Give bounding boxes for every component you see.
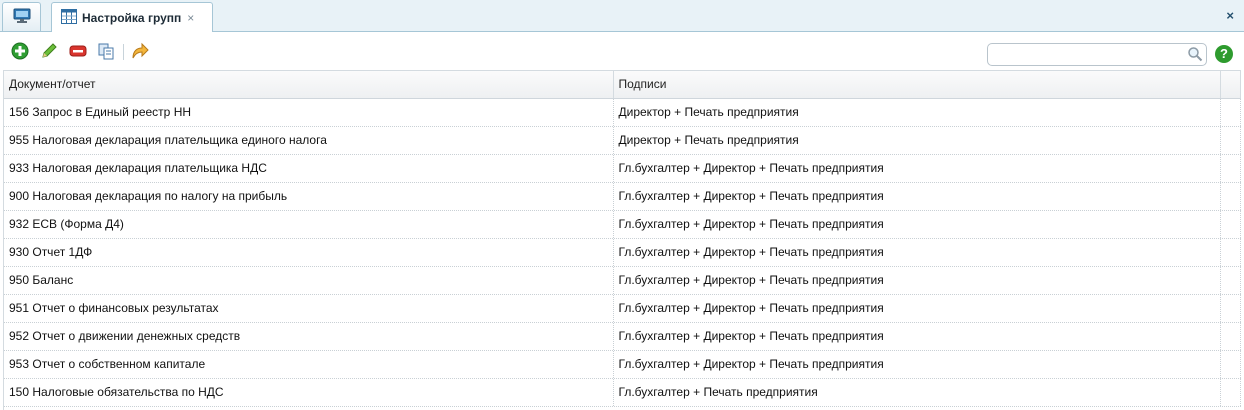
- document-cell[interactable]: 952 Отчет о движении денежных средств: [4, 323, 614, 350]
- table-row[interactable]: 950 Баланс Гл.бухгалтер + Директор + Печа…: [4, 267, 1241, 295]
- grid-header: Документ/отчет Подписи: [4, 70, 1241, 99]
- close-tab-icon[interactable]: ×: [187, 11, 194, 25]
- document-cell[interactable]: 932 ЕСВ (Форма Д4): [4, 211, 614, 238]
- signatures-cell[interactable]: Гл.бухгалтер + Директор + Печать предпри…: [614, 295, 1221, 322]
- signatures-cell[interactable]: Директор + Печать предприятия: [614, 99, 1221, 126]
- grid-body: 156 Запрос в Единый реестр НН Директор + …: [4, 99, 1241, 407]
- row-spacer: [1221, 155, 1241, 182]
- signatures-cell[interactable]: Гл.бухгалтер + Директор + Печать предпри…: [614, 351, 1221, 378]
- row-spacer: [1221, 183, 1241, 210]
- row-spacer: [1221, 99, 1241, 126]
- tab-home[interactable]: [2, 2, 41, 31]
- document-cell[interactable]: 953 Отчет о собственном капитале: [4, 351, 614, 378]
- column-header-spacer: [1221, 71, 1241, 98]
- document-cell[interactable]: 950 Баланс: [4, 267, 614, 294]
- table-row[interactable]: 953 Отчет о собственном капитале Гл.бухга…: [4, 351, 1241, 379]
- signatures-cell[interactable]: Гл.бухгалтер + Директор + Печать предпри…: [614, 211, 1221, 238]
- table-row[interactable]: 900 Налоговая декларация по налогу на пр…: [4, 183, 1241, 211]
- document-cell[interactable]: 900 Налоговая декларация по налогу на пр…: [4, 183, 614, 210]
- table-row[interactable]: 150 Налоговые обязательства по НДС Гл.бух…: [4, 379, 1241, 407]
- row-spacer: [1221, 211, 1241, 238]
- table-row[interactable]: 156 Запрос в Единый реестр НН Директор + …: [4, 99, 1241, 127]
- help-icon[interactable]: ?: [1215, 45, 1233, 63]
- table-row[interactable]: 930 Отчет 1ДФ Гл.бухгалтер + Директор + П…: [4, 239, 1241, 267]
- toolbar-separator: [123, 44, 124, 60]
- add-icon[interactable]: [11, 42, 29, 60]
- table-icon: [61, 8, 77, 27]
- row-spacer: [1221, 295, 1241, 322]
- row-spacer: [1221, 239, 1241, 266]
- row-spacer: [1221, 127, 1241, 154]
- delete-icon[interactable]: [69, 42, 87, 60]
- document-cell[interactable]: 933 Налоговая декларация плательщика НДС: [4, 155, 614, 182]
- search-input[interactable]: [992, 45, 1182, 64]
- row-spacer: [1221, 379, 1241, 406]
- document-cell[interactable]: 951 Отчет о финансовых результатах: [4, 295, 614, 322]
- document-cell[interactable]: 150 Налоговые обязательства по НДС: [4, 379, 614, 406]
- monitor-icon: [13, 8, 31, 27]
- document-cell[interactable]: 156 Запрос в Единый реестр НН: [4, 99, 614, 126]
- search-field[interactable]: [987, 43, 1207, 66]
- forward-icon[interactable]: [131, 42, 149, 60]
- close-panel-icon[interactable]: ×: [1226, 8, 1234, 23]
- tab-group-settings[interactable]: Настройка групп ×: [51, 2, 213, 32]
- signatures-cell[interactable]: Гл.бухгалтер + Директор + Печать предпри…: [614, 155, 1221, 182]
- row-spacer: [1221, 323, 1241, 350]
- column-header-signatures[interactable]: Подписи: [614, 71, 1221, 98]
- signatures-cell[interactable]: Гл.бухгалтер + Директор + Печать предпри…: [614, 239, 1221, 266]
- table-row[interactable]: 952 Отчет о движении денежных средств Гл.…: [4, 323, 1241, 351]
- search-icon[interactable]: [1187, 46, 1203, 65]
- signatures-cell[interactable]: Гл.бухгалтер + Директор + Печать предпри…: [614, 183, 1221, 210]
- table-row[interactable]: 932 ЕСВ (Форма Д4) Гл.бухгалтер + Директо…: [4, 211, 1241, 239]
- row-spacer: [1221, 351, 1241, 378]
- signatures-cell[interactable]: Гл.бухгалтер + Печать предприятия: [614, 379, 1221, 406]
- edit-icon[interactable]: [40, 42, 58, 60]
- column-header-document[interactable]: Документ/отчет: [4, 71, 614, 98]
- row-spacer: [1221, 267, 1241, 294]
- documents-grid: Документ/отчет Подписи 156 Запрос в Един…: [3, 70, 1241, 410]
- signatures-cell[interactable]: Директор + Печать предприятия: [614, 127, 1221, 154]
- document-cell[interactable]: 955 Налоговая декларация плательщика еди…: [4, 127, 614, 154]
- tab-label: Настройка групп: [82, 10, 182, 25]
- table-row[interactable]: 933 Налоговая декларация плательщика НДС…: [4, 155, 1241, 183]
- tab-bar: Настройка групп × ×: [0, 0, 1244, 32]
- signatures-cell[interactable]: Гл.бухгалтер + Директор + Печать предпри…: [614, 323, 1221, 350]
- copy-icon[interactable]: [97, 42, 115, 60]
- table-row[interactable]: 955 Налоговая декларация плательщика еди…: [4, 127, 1241, 155]
- signatures-cell[interactable]: Гл.бухгалтер + Директор + Печать предпри…: [614, 267, 1221, 294]
- toolbar: ?: [0, 33, 1244, 70]
- document-cell[interactable]: 930 Отчет 1ДФ: [4, 239, 614, 266]
- table-row[interactable]: 951 Отчет о финансовых результатах Гл.бух…: [4, 295, 1241, 323]
